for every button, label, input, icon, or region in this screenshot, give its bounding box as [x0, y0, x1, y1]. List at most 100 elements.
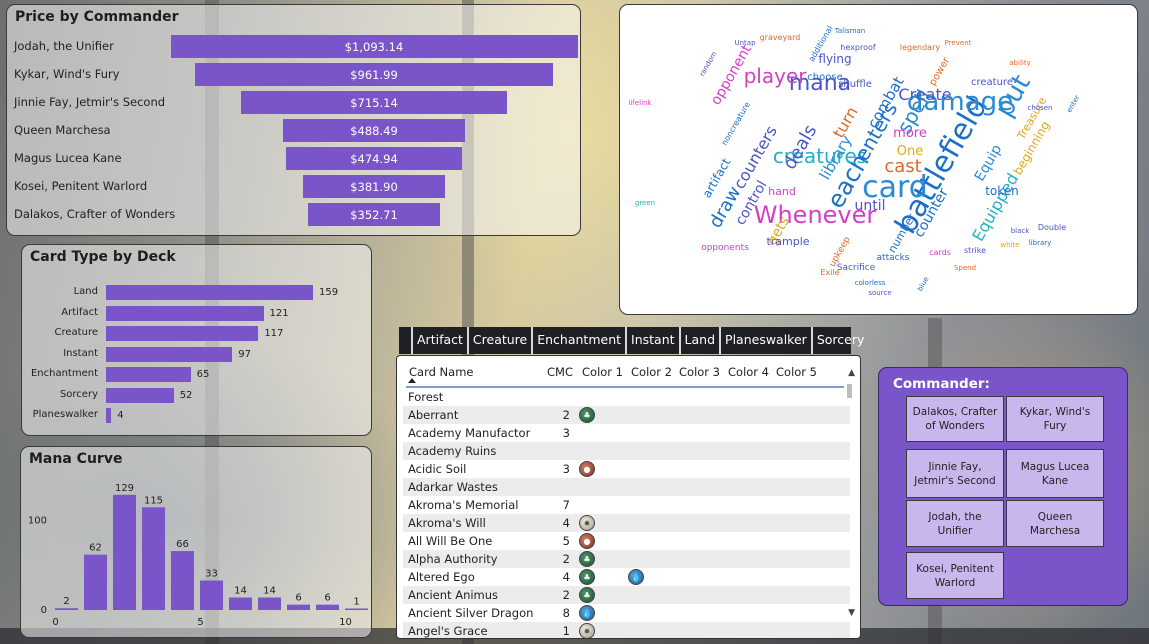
word-cloud-word[interactable]: power — [927, 55, 952, 88]
word-cloud-word[interactable]: trample — [766, 235, 809, 248]
word-cloud-word[interactable]: noncreature — [720, 100, 752, 147]
price-row[interactable]: Kykar, Wind's Fury $961.99 — [7, 63, 580, 87]
price-bar[interactable]: $715.14 — [240, 91, 508, 114]
word-cloud-word[interactable]: legendary — [900, 43, 940, 52]
word-cloud-word[interactable]: Untap — [734, 39, 756, 47]
tab-planeswalker[interactable]: Planeswalker — [719, 327, 811, 354]
table-row[interactable]: Adarkar Wastes — [403, 478, 850, 496]
type-bar[interactable] — [106, 346, 233, 362]
table-row[interactable]: Akroma's Memorial 7 — [403, 496, 850, 514]
mana-bar[interactable] — [345, 608, 368, 611]
mana-bar[interactable] — [84, 554, 107, 610]
price-row[interactable]: Jinnie Fay, Jetmir's Second $715.14 — [7, 91, 580, 115]
header-color-1[interactable]: Color 1 — [582, 365, 623, 379]
word-cloud-word[interactable]: until — [854, 198, 885, 214]
mana-bar[interactable] — [113, 494, 136, 610]
word-cloud-word[interactable]: white — [1000, 241, 1019, 249]
commander-option-queen-marchesa[interactable]: Queen Marchesa — [1006, 500, 1104, 547]
header-cmc[interactable]: CMC — [547, 365, 573, 379]
word-cloud-word[interactable]: Spend — [954, 264, 976, 272]
table-row[interactable]: Academy Manufactor 3 — [403, 424, 850, 442]
tab-instant[interactable]: Instant — [625, 327, 679, 354]
tab-sorcery[interactable]: Sorcery — [810, 327, 869, 354]
word-cloud-word[interactable]: lifelink — [628, 99, 652, 107]
sort-ascending-icon[interactable] — [408, 378, 416, 383]
word-cloud-word[interactable]: black — [1011, 227, 1031, 235]
word-cloud-word[interactable]: player — [744, 64, 808, 88]
commander-option-kosei[interactable]: Kosei, Penitent Warlord — [906, 552, 1004, 599]
price-bar[interactable]: $1,093.14 — [170, 35, 578, 58]
table-row[interactable]: Acidic Soil 3 ● — [403, 460, 850, 478]
header-color-3[interactable]: Color 3 — [679, 365, 720, 379]
commander-option-dalakos[interactable]: Dalakos, Crafter of Wonders — [906, 396, 1004, 442]
table-row[interactable]: Angel's Grace 1 ✹ — [403, 622, 850, 638]
scroll-down-icon[interactable]: ▼ — [848, 608, 855, 618]
word-cloud-word[interactable]: flying — [818, 52, 851, 66]
tab-artifact[interactable]: Artifact — [411, 327, 467, 354]
price-row[interactable]: Jodah, the Unifier $1,093.14 — [7, 35, 580, 59]
price-bar[interactable]: $474.94 — [285, 147, 463, 170]
word-cloud-word[interactable]: token — [985, 184, 1019, 198]
tab-enchantment[interactable]: Enchantment — [531, 327, 625, 354]
type-bar[interactable] — [106, 305, 264, 321]
word-cloud-word[interactable]: strike — [964, 246, 986, 255]
type-bar[interactable] — [106, 367, 191, 382]
table-row[interactable]: Academy Ruins — [403, 442, 850, 460]
word-cloud-word[interactable]: graveyard — [760, 33, 801, 42]
table-row[interactable]: Akroma's Will 4 ✹ — [403, 514, 850, 532]
word-cloud-word[interactable]: attacks — [877, 253, 910, 263]
price-row[interactable]: Magus Lucea Kane $474.94 — [7, 147, 580, 171]
word-cloud-word[interactable]: chosen — [1028, 104, 1053, 112]
word-cloud-word[interactable]: Sacrifice — [837, 263, 876, 273]
table-row[interactable]: Ancient Silver Dragon 8 💧 — [403, 604, 850, 622]
table-row[interactable]: Aberrant 2 ♣ — [403, 406, 850, 424]
scrollbar-thumb[interactable] — [847, 384, 852, 398]
commander-option-kykar[interactable]: Kykar, Wind's Fury — [1006, 396, 1104, 442]
mana-bar[interactable] — [316, 604, 339, 610]
mana-bar[interactable] — [200, 580, 223, 610]
word-cloud-word[interactable]: hand — [768, 185, 796, 198]
mana-bar[interactable] — [258, 597, 281, 611]
word-cloud-word[interactable]: green — [635, 199, 655, 207]
mana-bar[interactable] — [55, 608, 78, 610]
commander-option-jodah[interactable]: Jodah, the Unifier — [906, 500, 1004, 547]
word-cloud-word[interactable]: ability — [1009, 59, 1030, 67]
table-row[interactable]: All Will Be One 5 ● — [403, 532, 850, 550]
word-cloud-word[interactable]: random — [698, 50, 719, 78]
word-cloud-word[interactable]: creature — [971, 77, 1013, 88]
table-row[interactable]: Alpha Authority 2 ♣ — [403, 550, 850, 568]
scroll-up-icon[interactable]: ▲ — [848, 368, 855, 378]
commander-option-magus-lucea-kane[interactable]: Magus Lucea Kane — [1006, 449, 1104, 498]
table-row[interactable]: Altered Ego 4 ♣ 💧 — [403, 568, 850, 586]
word-cloud-word[interactable]: more — [893, 126, 927, 141]
type-bar[interactable] — [106, 387, 174, 403]
tab-creature[interactable]: Creature — [466, 327, 531, 354]
word-cloud-word[interactable]: shuffle — [838, 79, 872, 90]
word-cloud-word[interactable]: library — [1029, 239, 1052, 247]
price-row[interactable]: Kosei, Penitent Warlord $381.90 — [7, 175, 580, 199]
word-cloud-word[interactable]: hexproof — [840, 43, 876, 52]
type-bar[interactable] — [106, 285, 313, 300]
price-row[interactable]: Queen Marchesa $488.49 — [7, 119, 580, 143]
header-color-5[interactable]: Color 5 — [776, 365, 817, 379]
price-row[interactable]: Dalakos, Crafter of Wonders $352.71 — [7, 203, 580, 227]
table-row[interactable]: Forest — [403, 388, 850, 406]
price-bar[interactable]: $381.90 — [302, 175, 446, 198]
mana-bar[interactable] — [287, 604, 310, 610]
mana-bar[interactable] — [142, 507, 165, 610]
header-card-name[interactable]: Card Name — [409, 365, 474, 379]
word-cloud-word[interactable]: Double — [1038, 223, 1066, 232]
word-cloud-word[interactable]: Talisman — [834, 27, 866, 35]
word-cloud-word[interactable]: Create — [898, 85, 951, 104]
word-cloud-word[interactable]: colorless — [855, 279, 886, 287]
mana-bar[interactable] — [229, 597, 252, 611]
word-cloud-word[interactable]: Prevent — [945, 39, 972, 47]
word-cloud-word[interactable]: One — [897, 144, 923, 159]
table-row[interactable]: Ancient Animus 2 ♣ — [403, 586, 850, 604]
word-cloud-word[interactable]: source — [868, 289, 891, 297]
word-cloud-word[interactable]: opponents — [701, 243, 749, 253]
word-cloud-word[interactable]: cast — [884, 156, 921, 177]
type-bar[interactable] — [106, 326, 259, 341]
header-color-2[interactable]: Color 2 — [631, 365, 672, 379]
word-cloud-word[interactable]: Exile — [820, 268, 839, 277]
